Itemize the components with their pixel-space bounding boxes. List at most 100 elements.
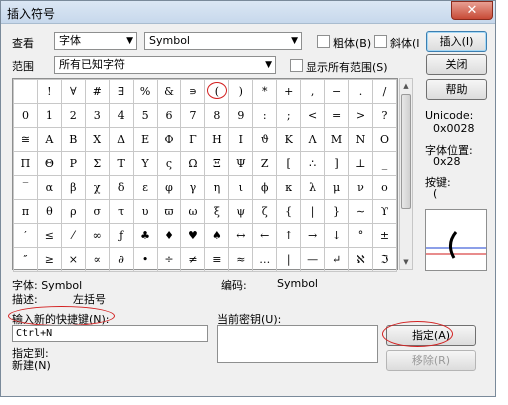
symbol-cell[interactable]: β [60, 175, 86, 200]
symbol-cell[interactable]: Θ [36, 151, 62, 176]
symbol-cell[interactable]: ⊥ [348, 151, 373, 176]
symbol-cell[interactable]: ≅ [13, 127, 38, 152]
symbol-cell[interactable]: ≠ [180, 247, 206, 272]
symbol-cell[interactable]: ℵ [348, 247, 373, 272]
symbol-cell[interactable]: Φ [156, 127, 182, 152]
symbol-cell[interactable]: Σ [84, 151, 110, 176]
symbol-cell[interactable]: η [204, 175, 230, 200]
symbol-cell[interactable]: | [276, 247, 302, 272]
symbol-cell[interactable]: Ω [180, 151, 206, 176]
symbol-cell[interactable]: , [300, 79, 326, 104]
symbol-cell[interactable]: { [276, 199, 302, 224]
symbol-cell[interactable]: : [252, 103, 278, 128]
symbol-cell[interactable]: Β [60, 127, 86, 152]
symbol-cell[interactable]: 7 [180, 103, 206, 128]
symbol-cell[interactable]: 6 [156, 103, 182, 128]
symbol-cell[interactable]: [ [276, 151, 302, 176]
symbol-cell[interactable]: ↑ [276, 223, 302, 248]
symbol-cell[interactable]: ψ [228, 199, 254, 224]
symbol-cell[interactable]: ν [348, 175, 373, 200]
symbol-cell[interactable]: ‾ [13, 175, 38, 200]
symbol-cell[interactable]: = [324, 103, 350, 128]
symbol-cell[interactable]: ↵ [324, 247, 350, 272]
symbol-cell[interactable]: . [348, 79, 373, 104]
symbol-cell[interactable]: 2 [60, 103, 86, 128]
symbol-cell[interactable]: Ο [371, 127, 398, 152]
new-shortcut-input[interactable]: Ctrl+N [12, 325, 208, 342]
symbol-cell[interactable]: 5 [132, 103, 158, 128]
symbol-cell[interactable]: Γ [180, 127, 206, 152]
grid-scrollbar[interactable]: ▲ ▼ [399, 78, 413, 270]
symbol-cell[interactable]: ; [276, 103, 302, 128]
symbol-cell[interactable]: κ [276, 175, 302, 200]
symbol-cell[interactable]: ≈ [228, 247, 254, 272]
symbol-cell[interactable]: Π [13, 151, 38, 176]
symbol-cell[interactable]: τ [108, 199, 134, 224]
range-select[interactable]: 所有已知字符 ▼ [54, 56, 276, 74]
symbol-cell[interactable]: ♠ [204, 223, 230, 248]
symbol-cell[interactable]: Ζ [252, 151, 278, 176]
symbol-cell[interactable]: | [300, 199, 326, 224]
symbol-cell[interactable]: ζ [252, 199, 278, 224]
symbol-cell[interactable]: Κ [276, 127, 302, 152]
symbol-cell[interactable]: ϕ [252, 175, 278, 200]
symbol-cell[interactable]: ο [371, 175, 398, 200]
symbol-cell[interactable]: ← [252, 223, 278, 248]
symbol-cell[interactable]: Η [204, 127, 230, 152]
symbol-cell[interactable]: — [300, 247, 326, 272]
symbol-cell[interactable]: _ [371, 151, 398, 176]
symbol-cell[interactable]: × [60, 247, 86, 272]
symbol-cell[interactable]: ϑ [252, 127, 278, 152]
symbol-cell[interactable]: & [156, 79, 182, 104]
symbol-cell[interactable]: ƒ [108, 223, 134, 248]
scroll-up-icon[interactable]: ▲ [400, 79, 412, 93]
symbol-cell[interactable]: υ [132, 199, 158, 224]
symbol-cell[interactable]: 9 [228, 103, 254, 128]
symbol-cell[interactable]: Ψ [228, 151, 254, 176]
symbol-cell[interactable]: 1 [36, 103, 62, 128]
symbol-cell[interactable]: 8 [204, 103, 230, 128]
symbol-cell[interactable]: θ [36, 199, 62, 224]
symbol-cell[interactable]: ↓ [324, 223, 350, 248]
remove-button[interactable]: 移除(R) [386, 350, 476, 371]
symbol-cell[interactable]: → [300, 223, 326, 248]
symbol-cell[interactable]: α [36, 175, 62, 200]
symbol-cell[interactable]: Α [36, 127, 62, 152]
symbol-cell[interactable]: ξ [204, 199, 230, 224]
symbol-cell[interactable]: Χ [84, 127, 110, 152]
symbol-cell[interactable]: Υ [132, 151, 158, 176]
symbol-cell[interactable]: ∃ [108, 79, 134, 104]
symbol-cell[interactable]: Ρ [60, 151, 86, 176]
symbol-cell[interactable]: ≡ [204, 247, 230, 272]
symbol-cell[interactable]: ↔ [228, 223, 254, 248]
symbol-cell[interactable]: ε [132, 175, 158, 200]
symbol-cell[interactable] [13, 79, 38, 104]
symbol-cell[interactable]: / [371, 79, 398, 104]
scroll-thumb[interactable] [401, 94, 411, 209]
symbol-cell[interactable]: ÷ [156, 247, 182, 272]
symbol-cell[interactable]: ! [36, 79, 62, 104]
symbol-cell[interactable]: ♦ [156, 223, 182, 248]
symbol-cell[interactable]: ′ [13, 223, 38, 248]
symbol-cell[interactable]: ∝ [84, 247, 110, 272]
font-select[interactable]: Symbol ▼ [144, 32, 302, 50]
symbol-cell[interactable]: Τ [108, 151, 134, 176]
symbol-cell[interactable]: Δ [108, 127, 134, 152]
symbol-cell[interactable]: % [132, 79, 158, 104]
bold-checkbox[interactable] [317, 35, 330, 48]
symbol-cell[interactable]: ρ [60, 199, 86, 224]
close-button[interactable]: 关闭 [426, 54, 487, 75]
symbol-cell[interactable]: ϒ [371, 199, 398, 224]
symbol-cell[interactable]: > [348, 103, 373, 128]
symbol-cell[interactable]: • [132, 247, 158, 272]
symbol-cell[interactable]: ω [180, 199, 206, 224]
symbol-cell[interactable]: Ε [132, 127, 158, 152]
symbol-cell[interactable]: μ [324, 175, 350, 200]
symbol-cell[interactable]: ϖ [156, 199, 182, 224]
symbol-cell[interactable]: ℑ [371, 247, 398, 272]
symbol-cell[interactable]: } [324, 199, 350, 224]
symbol-cell[interactable]: * [252, 79, 278, 104]
symbol-cell[interactable]: 0 [13, 103, 38, 128]
symbol-cell[interactable]: 4 [108, 103, 134, 128]
symbol-cell[interactable]: γ [180, 175, 206, 200]
